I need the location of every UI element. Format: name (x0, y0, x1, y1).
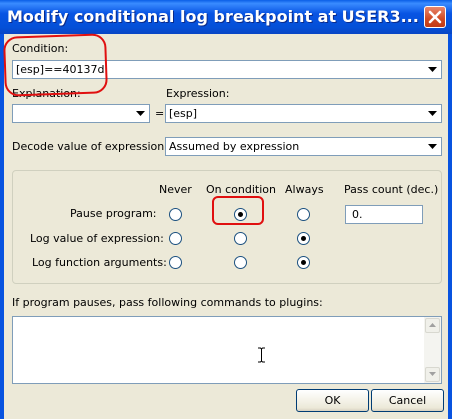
window-border-right (448, 34, 452, 419)
text-ibeam-icon (258, 347, 265, 363)
scroll-down-button[interactable] (425, 367, 440, 382)
log-value-always-radio[interactable] (297, 232, 310, 245)
expression-combobox[interactable]: [esp] (165, 104, 442, 123)
condition-label: Condition: (12, 42, 69, 55)
cancel-button[interactable]: Cancel (371, 389, 444, 412)
scroll-up-button[interactable] (425, 318, 440, 333)
chevron-down-icon (428, 144, 437, 149)
pause-always-radio[interactable] (297, 208, 310, 221)
chevron-down-icon (428, 111, 437, 116)
chevron-down-icon (136, 111, 145, 116)
decode-label: Decode value of expression as: (12, 140, 184, 153)
explanation-dropdown-button[interactable] (133, 106, 148, 121)
chevron-down-icon (428, 67, 437, 72)
decode-combobox[interactable]: Assumed by expression (165, 137, 442, 156)
dialog-window: Modify conditional log breakpoint at USE… (0, 0, 452, 419)
row-label-log-arguments: Log function arguments: (32, 256, 167, 269)
pause-on-condition-radio[interactable] (234, 208, 247, 221)
log-value-never-radio[interactable] (169, 232, 182, 245)
log-args-always-radio[interactable] (297, 256, 310, 269)
row-label-pause-program: Pause program: (70, 207, 157, 220)
pass-count-field[interactable]: 0. (345, 205, 423, 224)
log-args-never-radio[interactable] (169, 256, 182, 269)
row-label-log-value: Log value of expression: (30, 232, 164, 245)
title-bar[interactable]: Modify conditional log breakpoint at USE… (0, 0, 452, 34)
plugins-label: If program pauses, pass following comman… (12, 296, 323, 309)
expression-label: Expression: (166, 87, 230, 100)
close-x-icon (428, 10, 442, 24)
explanation-combobox[interactable] (12, 104, 150, 123)
expression-value: [esp] (169, 107, 198, 120)
plugins-scrollbar[interactable] (424, 317, 441, 383)
condition-combobox[interactable]: [esp]==40137d (12, 60, 442, 79)
explanation-label: Explanation: (12, 87, 81, 100)
column-header-always: Always (285, 183, 324, 196)
log-value-on-condition-radio[interactable] (234, 232, 247, 245)
decode-value: Assumed by expression (169, 140, 300, 153)
condition-dropdown-button[interactable] (425, 62, 440, 77)
column-header-never: Never (159, 183, 192, 196)
triangle-up-icon (429, 323, 436, 327)
pass-count-value: 0. (352, 208, 363, 221)
column-header-pass-count: Pass count (dec.) (344, 183, 439, 196)
log-args-on-condition-radio[interactable] (234, 256, 247, 269)
column-header-on-condition: On condition (206, 183, 276, 196)
triangle-down-icon (429, 372, 436, 376)
plugins-commands-textarea[interactable] (12, 316, 442, 384)
condition-value: [esp]==40137d (16, 63, 105, 76)
decode-dropdown-button[interactable] (425, 139, 440, 154)
window-title: Modify conditional log breakpoint at USE… (7, 7, 419, 26)
ok-button[interactable]: OK (296, 389, 369, 412)
window-border-left (0, 34, 4, 419)
pause-never-radio[interactable] (169, 208, 182, 221)
expression-dropdown-button[interactable] (425, 106, 440, 121)
close-button[interactable] (424, 6, 446, 28)
equals-sign: = (155, 107, 165, 120)
